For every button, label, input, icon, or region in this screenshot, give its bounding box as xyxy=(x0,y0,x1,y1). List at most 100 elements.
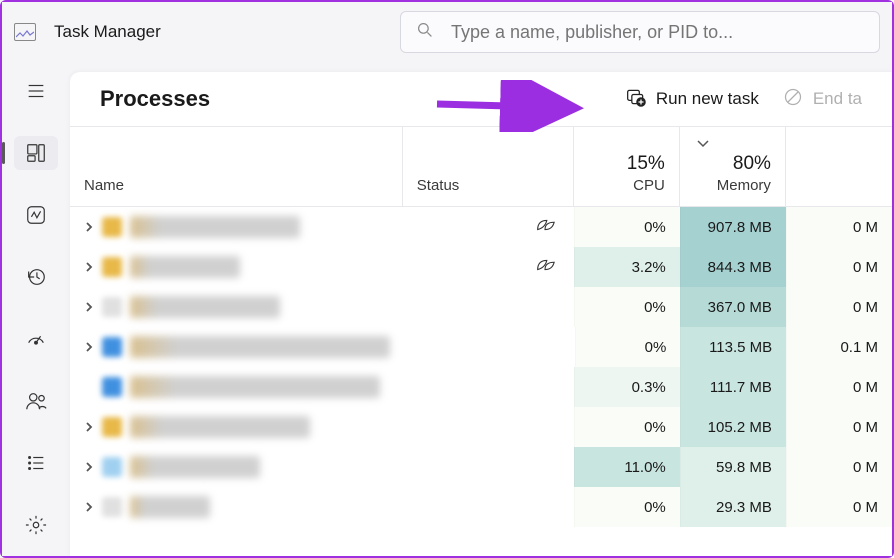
cell-name xyxy=(70,207,403,247)
main-panel: Processes Run new task End ta xyxy=(70,72,892,556)
search-box[interactable] xyxy=(400,11,880,53)
run-new-task-button[interactable]: Run new task xyxy=(626,87,759,112)
process-name-redacted xyxy=(130,216,300,238)
cell-status xyxy=(403,407,574,447)
chevron-right-icon[interactable] xyxy=(84,259,94,276)
table-row[interactable]: 0%907.8 MB0 M xyxy=(70,207,892,247)
column-header-status[interactable]: Status xyxy=(403,127,574,206)
cell-disk: 0 M xyxy=(786,207,892,247)
titlebar: Task Manager xyxy=(2,2,892,62)
process-icon xyxy=(102,497,122,517)
sidebar-item-startup[interactable] xyxy=(14,322,58,356)
end-task-icon xyxy=(783,87,803,112)
cell-status xyxy=(403,487,574,527)
process-icon xyxy=(102,337,122,357)
cell-memory: 105.2 MB xyxy=(680,407,786,447)
sidebar-item-details[interactable] xyxy=(14,446,58,480)
cell-cpu: 0.3% xyxy=(574,367,680,407)
cell-memory: 29.3 MB xyxy=(680,487,786,527)
process-icon xyxy=(102,297,122,317)
process-name-redacted xyxy=(130,296,280,318)
app-logo-icon xyxy=(14,23,36,41)
column-percent: 15% xyxy=(627,153,665,175)
cell-name xyxy=(70,407,403,447)
cell-status xyxy=(403,207,574,247)
end-task-label: End ta xyxy=(813,89,862,109)
end-task-button: End ta xyxy=(783,87,862,112)
cell-name xyxy=(70,287,403,327)
cell-disk: 0 M xyxy=(786,367,892,407)
cell-memory: 111.7 MB xyxy=(680,367,786,407)
cell-name xyxy=(70,447,403,487)
column-header-memory[interactable]: 80% Memory xyxy=(680,127,786,206)
column-header-name[interactable]: Name xyxy=(70,127,403,206)
cell-status xyxy=(403,367,574,407)
run-new-task-label: Run new task xyxy=(656,89,759,109)
cell-memory: 113.5 MB xyxy=(680,327,786,367)
cell-cpu: 0% xyxy=(574,287,680,327)
table-row[interactable]: 0%367.0 MB0 M xyxy=(70,287,892,327)
column-label: Status xyxy=(417,177,559,194)
chevron-down-icon xyxy=(696,135,710,152)
chevron-right-icon[interactable] xyxy=(84,339,94,356)
cell-cpu: 0% xyxy=(574,487,680,527)
sidebar-item-users[interactable] xyxy=(14,384,58,418)
process-icon xyxy=(102,417,122,437)
cell-name xyxy=(70,327,404,367)
panel-header: Processes Run new task End ta xyxy=(70,72,892,126)
hamburger-menu-button[interactable] xyxy=(14,74,58,108)
column-label: CPU xyxy=(633,177,665,194)
process-name-redacted xyxy=(130,256,240,278)
table-row[interactable]: 3.2%844.3 MB0 M xyxy=(70,247,892,287)
column-label: Memory xyxy=(717,177,771,194)
sidebar-item-performance[interactable] xyxy=(14,198,58,232)
column-label: Name xyxy=(84,177,388,194)
table-row[interactable]: 0%29.3 MB0 M xyxy=(70,487,892,527)
cell-disk: 0 M xyxy=(786,447,892,487)
process-name-redacted xyxy=(130,376,380,398)
search-icon xyxy=(417,22,433,43)
process-name-redacted xyxy=(130,416,310,438)
cell-memory: 907.8 MB xyxy=(680,207,786,247)
cell-memory: 59.8 MB xyxy=(680,447,786,487)
chevron-right-icon[interactable] xyxy=(84,299,94,316)
cell-name xyxy=(70,247,403,287)
process-table: Name Status 15% CPU 80% Memory xyxy=(70,126,892,556)
sidebar-item-processes[interactable] xyxy=(14,136,58,170)
column-percent: 80% xyxy=(733,153,771,175)
cell-disk: 0 M xyxy=(786,487,892,527)
sidebar-item-app-history[interactable] xyxy=(14,260,58,294)
cell-memory: 367.0 MB xyxy=(680,287,786,327)
cell-disk: 0 M xyxy=(786,247,892,287)
table-row[interactable]: 0%113.5 MB0.1 M xyxy=(70,327,892,367)
table-row[interactable]: 11.0%59.8 MB0 M xyxy=(70,447,892,487)
table-body: 0%907.8 MB0 M3.2%844.3 MB0 M0%367.0 MB0 … xyxy=(70,207,892,527)
sidebar xyxy=(2,62,70,556)
cell-cpu: 0% xyxy=(574,407,680,447)
column-header-cpu[interactable]: 15% CPU xyxy=(574,127,680,206)
table-row[interactable]: 0%105.2 MB0 M xyxy=(70,407,892,447)
process-icon xyxy=(102,457,122,477)
chevron-right-icon[interactable] xyxy=(84,419,94,436)
chevron-right-icon[interactable] xyxy=(84,499,94,516)
table-header: Name Status 15% CPU 80% Memory xyxy=(70,127,892,207)
cell-name xyxy=(70,487,403,527)
search-input[interactable] xyxy=(451,22,863,43)
efficiency-leaf-icon xyxy=(534,216,556,238)
panel-title: Processes xyxy=(100,86,210,112)
cell-status xyxy=(404,327,575,367)
cell-disk: 0 M xyxy=(786,407,892,447)
column-header-disk[interactable] xyxy=(786,127,892,206)
chevron-right-icon[interactable] xyxy=(84,219,94,236)
chevron-right-icon[interactable] xyxy=(84,459,94,476)
cell-name xyxy=(70,367,403,407)
cell-cpu: 0% xyxy=(575,327,681,367)
cell-status xyxy=(403,447,574,487)
process-icon xyxy=(102,377,122,397)
process-icon xyxy=(102,217,122,237)
sidebar-item-settings[interactable] xyxy=(14,508,58,542)
run-task-icon xyxy=(626,87,646,112)
app-title: Task Manager xyxy=(54,22,161,42)
table-row[interactable]: 0.3%111.7 MB0 M xyxy=(70,367,892,407)
cell-status xyxy=(403,247,574,287)
